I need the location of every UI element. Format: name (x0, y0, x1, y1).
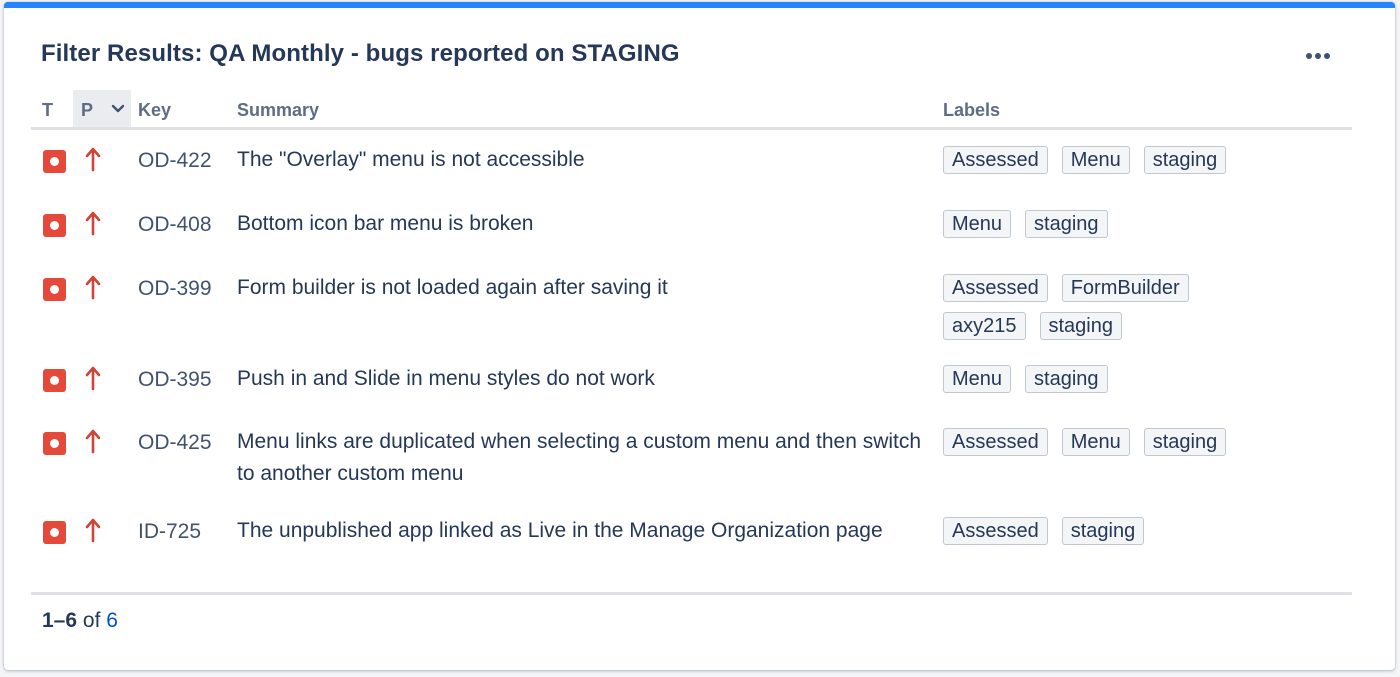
chevron-down-icon (111, 104, 125, 113)
issue-summary-link[interactable]: Push in and Slide in menu styles do not … (237, 363, 937, 395)
pagination-of: of (82, 609, 101, 632)
more-icon[interactable] (1301, 46, 1335, 66)
issue-key-link[interactable]: OD-422 (138, 149, 212, 173)
issue-summary-link[interactable]: Bottom icon bar menu is broken (237, 208, 937, 240)
pagination-total[interactable]: 6 (106, 609, 118, 632)
labels-cell: Menu staging (943, 365, 1283, 393)
priority-high-icon (85, 429, 101, 454)
label-tag[interactable]: Menu (1061, 428, 1130, 456)
column-header-labels[interactable]: Labels (943, 100, 1000, 121)
label-tag[interactable]: Assessed (943, 517, 1048, 545)
pagination-range: 1–6 (42, 609, 78, 632)
table-header: T P Key Summary Labels (31, 90, 1352, 130)
labels-cell: Menu staging (943, 210, 1283, 238)
issue-summary-link[interactable]: Form builder is not loaded again after s… (237, 272, 937, 304)
column-header-type[interactable]: T (42, 100, 53, 121)
gadget-title: Filter Results: QA Monthly - bugs report… (41, 40, 680, 67)
column-header-key[interactable]: Key (138, 100, 171, 121)
labels-cell: Assessed staging (943, 517, 1283, 545)
table-footer-divider (31, 592, 1352, 595)
label-tag[interactable]: staging (1143, 428, 1227, 456)
issue-summary-link[interactable]: Menu links are duplicated when selecting… (237, 426, 937, 490)
label-tag[interactable]: staging (1061, 517, 1145, 545)
issue-summary-link[interactable]: The unpublished app linked as Live in th… (237, 515, 937, 547)
issue-key-link[interactable]: OD-425 (138, 431, 212, 455)
label-tag[interactable]: FormBuilder (1061, 274, 1189, 302)
bug-icon (43, 150, 66, 173)
label-tag[interactable]: staging (1143, 146, 1227, 174)
priority-high-icon (85, 518, 101, 543)
bug-icon (43, 521, 66, 544)
pagination-summary: 1–6 of 6 (42, 609, 118, 633)
issue-key-link[interactable]: OD-395 (138, 368, 212, 392)
priority-high-icon (85, 366, 101, 391)
labels-cell: Assessed FormBuilder axy215 staging (943, 274, 1283, 340)
label-tag[interactable]: staging (1025, 365, 1108, 393)
priority-high-icon (85, 275, 101, 300)
bug-icon (43, 369, 66, 392)
priority-high-icon (85, 147, 101, 172)
bug-icon (43, 214, 66, 237)
column-header-priority[interactable]: P (73, 90, 131, 127)
column-header-priority-label: P (81, 100, 94, 120)
label-tag[interactable]: Assessed (943, 274, 1048, 302)
issue-key-link[interactable]: OD-408 (138, 213, 212, 237)
label-tag[interactable]: Menu (943, 365, 1012, 393)
label-tag[interactable]: axy215 (943, 312, 1026, 340)
issue-summary-link[interactable]: The "Overlay" menu is not accessible (237, 144, 937, 176)
issue-key-link[interactable]: ID-725 (138, 520, 201, 544)
label-tag[interactable]: staging (1025, 210, 1108, 238)
label-tag[interactable]: staging (1039, 312, 1122, 340)
issue-key-link[interactable]: OD-399 (138, 277, 212, 301)
labels-cell: Assessed Menu staging (943, 146, 1283, 174)
bug-icon (43, 432, 66, 455)
priority-high-icon (85, 211, 101, 236)
label-tag[interactable]: Assessed (943, 146, 1048, 174)
label-tag[interactable]: Menu (1061, 146, 1130, 174)
label-tag[interactable]: Menu (943, 210, 1012, 238)
column-header-summary[interactable]: Summary (237, 100, 319, 121)
bug-icon (43, 278, 66, 301)
labels-cell: Assessed Menu staging (943, 428, 1283, 456)
label-tag[interactable]: Assessed (943, 428, 1048, 456)
